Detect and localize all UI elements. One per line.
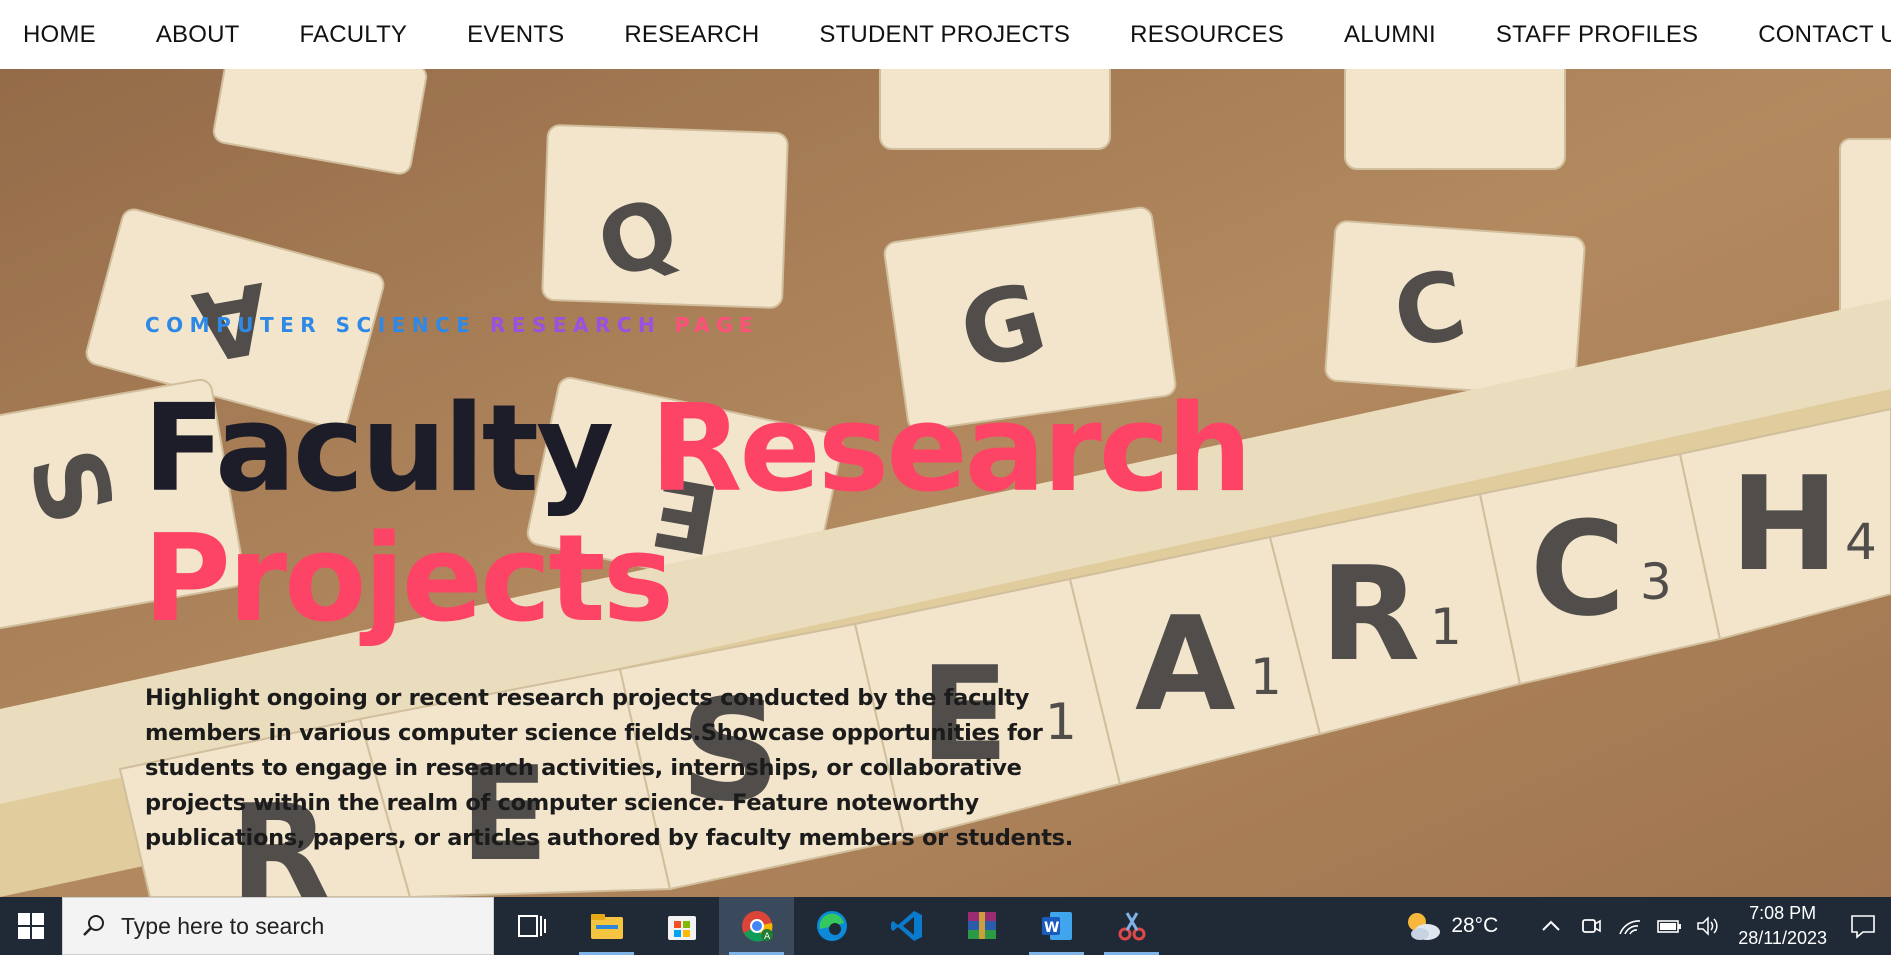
clock-time: 7:08 PM (1749, 903, 1817, 923)
chrome-button[interactable]: A (719, 897, 794, 955)
wifi-icon[interactable] (1618, 915, 1642, 937)
notifications-icon[interactable] (1849, 912, 1877, 940)
hero-eyebrow: COMPUTER SCIENCE RESEARCH PAGE (145, 313, 759, 337)
eyebrow-computer-science: COMPUTER SCIENCE (145, 313, 490, 337)
word-button[interactable]: W (1019, 897, 1094, 955)
hero-description: Highlight ongoing or recent research pro… (145, 685, 1073, 851)
nav-home[interactable]: HOME (23, 21, 96, 49)
nav-staff-profiles[interactable]: STAFF PROFILES (1496, 21, 1698, 49)
nav-resources[interactable]: RESOURCES (1130, 21, 1284, 49)
search-icon (83, 915, 104, 936)
task-view-button[interactable] (494, 897, 569, 955)
start-button[interactable] (0, 897, 62, 955)
chrome-icon: A (741, 911, 773, 942)
edge-button[interactable] (794, 897, 869, 955)
weather-temperature[interactable]: 28°C (1451, 914, 1498, 938)
microsoft-store-icon (667, 916, 696, 940)
nav-student-projects[interactable]: STUDENT PROJECTS (819, 21, 1070, 49)
volume-icon[interactable] (1696, 915, 1720, 937)
nav-alumni[interactable]: ALUMNI (1344, 21, 1436, 49)
task-view-icon (517, 915, 546, 937)
winrar-icon (967, 912, 996, 939)
edge-icon (816, 911, 847, 941)
nav-about[interactable]: ABOUT (156, 21, 240, 49)
headline-research: Research (649, 380, 1252, 519)
headline-projects: Projects (143, 510, 674, 649)
search-placeholder: Type here to search (121, 912, 325, 939)
file-explorer-button[interactable] (569, 897, 644, 955)
windows-logo-icon (18, 913, 44, 939)
weather-partly-cloudy-icon[interactable] (1403, 908, 1443, 944)
vscode-button[interactable] (869, 897, 944, 955)
system-tray: 28°C 7:08 PM 28/11/2023 (1403, 897, 1891, 955)
winrar-button[interactable] (944, 897, 1019, 955)
nav-research[interactable]: RESEARCH (624, 21, 759, 49)
snipping-tool-icon (1118, 912, 1145, 941)
meet-now-icon[interactable] (1580, 914, 1602, 938)
eyebrow-research: RESEARCH (489, 313, 675, 337)
taskbar-search-box[interactable]: Type here to search (62, 897, 494, 955)
word-icon: W (1041, 912, 1072, 940)
svg-text:A: A (764, 932, 771, 942)
svg-text:W: W (1044, 920, 1059, 936)
headline-faculty: Faculty (143, 380, 650, 519)
taskbar-clock[interactable]: 7:08 PM 28/11/2023 (1738, 901, 1827, 951)
windows-taskbar: Type here to search A W 28°C 7:08 PM 28/… (0, 897, 1891, 955)
nav-events[interactable]: EVENTS (467, 21, 564, 49)
vscode-icon (890, 911, 922, 941)
nav-contact-us[interactable]: CONTACT US (1758, 21, 1891, 49)
battery-icon[interactable] (1656, 916, 1684, 936)
microsoft-store-button[interactable] (644, 897, 719, 955)
snipping-tool-button[interactable] (1094, 897, 1169, 955)
hero-headline: Faculty Research Projects (143, 385, 1252, 645)
nav-faculty[interactable]: FACULTY (300, 21, 408, 49)
clock-date: 28/11/2023 (1738, 928, 1827, 948)
hero-section: Q C G A S E R E S E A R C H 1 1 1 3 4 CO… (0, 69, 1891, 897)
show-hidden-icons-chevron-up-icon[interactable] (1540, 916, 1562, 936)
eyebrow-page: PAGE (674, 313, 760, 337)
main-nav: HOME ABOUT FACULTY EVENTS RESEARCH STUDE… (0, 0, 1891, 69)
file-explorer-icon (590, 914, 623, 939)
